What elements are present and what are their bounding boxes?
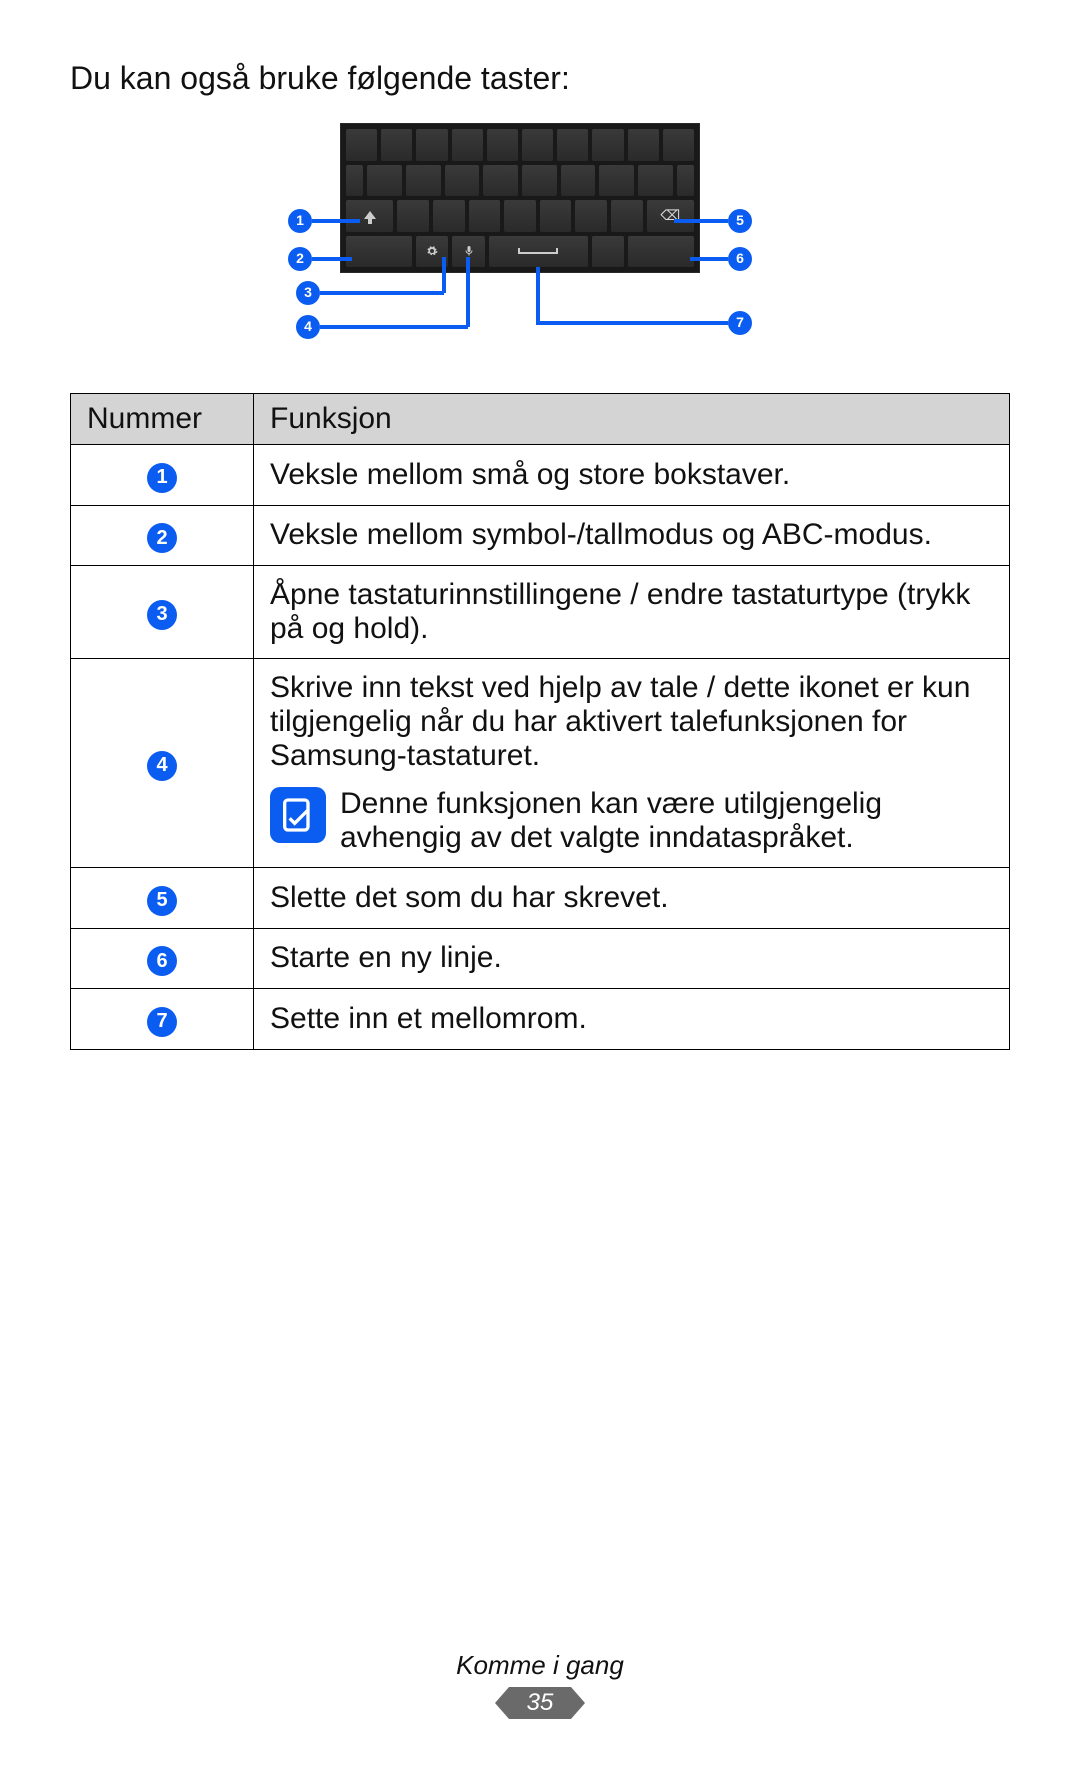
function-table: Nummer Funksjon 1 Veksle mellom små og s… [70,393,1010,1050]
table-row: 2 Veksle mellom symbol-/tallmodus og ABC… [71,505,1010,566]
row-text-1: Veksle mellom små og store bokstaver. [254,445,1010,506]
keyboard [340,123,700,273]
table-row: 6 Starte en ny linje. [71,928,1010,989]
table-row: 1 Veksle mellom små og store bokstaver. [71,445,1010,506]
note-text: Denne funksjonen kan være utilgjengelig … [340,787,993,855]
row-badge-4: 4 [147,751,177,781]
row-badge-3: 3 [147,600,177,630]
row-badge-2: 2 [147,523,177,553]
row-text-2: Veksle mellom symbol-/tallmodus og ABC-m… [254,505,1010,566]
row-text-3: Åpne tastaturinnstillingene / endre tast… [254,566,1010,659]
callout-3: 3 [296,281,320,305]
row-cell-4: Skrive inn tekst ved hjelp av tale / det… [254,659,1010,868]
period-key [592,236,625,268]
page-number: 35 [509,1687,572,1719]
note-icon [270,787,326,843]
footer-section: Komme i gang [0,1650,1080,1681]
row-text-5: Slette det som du har skrevet. [254,868,1010,929]
callout-6: 6 [728,247,752,271]
callout-2: 2 [288,247,312,271]
row-text-6: Starte en ny linje. [254,928,1010,989]
callout-4: 4 [296,315,320,339]
row-badge-1: 1 [147,463,177,493]
header-number: Nummer [71,394,254,445]
callout-7: 7 [728,311,752,335]
page: Du kan også bruke følgende taster: [0,0,1080,1771]
callout-5: 5 [728,209,752,233]
header-function: Funksjon [254,394,1010,445]
table-row: 4 Skrive inn tekst ved hjelp av tale / d… [71,659,1010,868]
delete-key-icon [647,200,694,232]
row-badge-5: 5 [147,886,177,916]
intro-text: Du kan også bruke følgende taster: [70,60,1010,97]
table-row: 3 Åpne tastaturinnstillingene / endre ta… [71,566,1010,659]
keyboard-diagram: 1 2 3 4 5 6 7 [220,123,860,363]
page-footer: Komme i gang 35 [0,1650,1080,1719]
enter-key-icon [628,236,694,268]
callout-1: 1 [288,209,312,233]
space-key-icon [489,236,587,268]
shift-key-icon [346,200,393,232]
note-row: Denne funksjonen kan være utilgjengelig … [270,787,993,855]
table-row: 7 Sette inn et mellomrom. [71,989,1010,1050]
mode-key [346,236,412,268]
row-text-4: Skrive inn tekst ved hjelp av tale / det… [270,671,993,773]
row-text-7: Sette inn et mellomrom. [254,989,1010,1050]
row-badge-6: 6 [147,946,177,976]
table-row: 5 Slette det som du har skrevet. [71,868,1010,929]
row-badge-7: 7 [147,1007,177,1037]
